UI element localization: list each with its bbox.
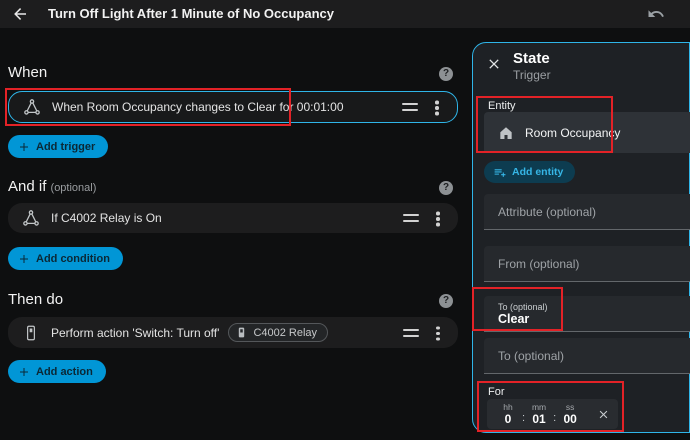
add-condition-label: Add condition xyxy=(36,253,110,265)
home-icon xyxy=(498,125,514,141)
to-field-secondary[interactable]: To (optional) xyxy=(484,338,690,374)
close-button[interactable] xyxy=(485,55,503,73)
attribute-field[interactable]: Attribute (optional) xyxy=(484,194,690,230)
entity-picker[interactable]: Room Occupancy xyxy=(484,112,690,153)
back-button[interactable] xyxy=(11,5,29,23)
action-summary: Perform action 'Switch: Turn off' xyxy=(51,326,219,340)
clear-duration-button[interactable] xyxy=(596,407,611,422)
to-field-label: To (optional) xyxy=(498,302,548,312)
trigger-summary: When Room Occupancy changes to Clear for… xyxy=(52,100,344,114)
overflow-menu-icon[interactable] xyxy=(435,99,439,115)
drag-handle-icon[interactable] xyxy=(402,103,418,111)
entity-chip-label: C4002 Relay xyxy=(253,327,317,339)
then-do-help-icon[interactable] xyxy=(439,294,453,308)
to-field[interactable]: To (optional) Clear xyxy=(484,296,690,332)
time-separator: : xyxy=(522,412,525,424)
entity-field-label: Entity xyxy=(488,100,516,112)
from-field-placeholder: From (optional) xyxy=(498,246,579,282)
add-action-label: Add action xyxy=(36,366,93,378)
then-do-heading: Then do xyxy=(8,291,63,308)
minutes-label: mm xyxy=(532,403,546,412)
add-trigger-label: Add trigger xyxy=(36,141,95,153)
undo-icon xyxy=(647,5,665,23)
hours-label: hh xyxy=(503,403,512,412)
to-field-value: Clear xyxy=(498,312,529,326)
state-trigger-icon xyxy=(23,98,41,116)
and-if-optional-note: (optional) xyxy=(51,182,97,194)
from-field[interactable]: From (optional) xyxy=(484,246,690,282)
page-title: Turn Off Light After 1 Minute of No Occu… xyxy=(48,0,334,28)
add-action-button[interactable]: Add action xyxy=(8,360,106,383)
state-trigger-panel: State Trigger Entity Room Occupancy Add … xyxy=(472,42,690,433)
for-duration-input: hh 0 : mm 01 : ss 00 xyxy=(487,399,618,429)
minutes-input[interactable]: mm 01 xyxy=(528,403,550,426)
state-condition-icon xyxy=(22,209,40,227)
add-condition-button[interactable]: Add condition xyxy=(8,247,123,270)
minutes-value[interactable]: 01 xyxy=(532,412,545,426)
to-field-secondary-placeholder: To (optional) xyxy=(498,338,564,374)
arrow-left-icon xyxy=(11,5,29,23)
for-field-label: For xyxy=(488,386,505,398)
top-bar: Turn Off Light After 1 Minute of No Occu… xyxy=(0,0,690,28)
overflow-menu-icon[interactable] xyxy=(436,325,440,341)
add-trigger-button[interactable]: Add trigger xyxy=(8,135,108,158)
and-if-heading: And if (optional) xyxy=(8,178,96,195)
overflow-menu-icon[interactable] xyxy=(436,210,440,226)
seconds-input[interactable]: ss 00 xyxy=(559,403,581,426)
when-help-icon[interactable] xyxy=(439,67,453,81)
action-row[interactable]: Perform action 'Switch: Turn off' C4002 … xyxy=(8,317,458,348)
when-heading: When xyxy=(8,64,47,81)
drag-handle-icon[interactable] xyxy=(403,329,419,337)
hours-input[interactable]: hh 0 xyxy=(497,403,519,426)
plus-icon xyxy=(18,141,30,153)
plus-icon xyxy=(18,366,30,378)
playlist-plus-icon xyxy=(493,166,506,179)
add-entity-label: Add entity xyxy=(512,166,563,178)
drag-handle-icon[interactable] xyxy=(403,214,419,222)
plus-icon xyxy=(18,253,30,265)
clear-icon xyxy=(597,408,610,421)
attribute-field-placeholder: Attribute (optional) xyxy=(498,194,596,230)
trigger-row[interactable]: When Room Occupancy changes to Clear for… xyxy=(8,91,458,123)
condition-row[interactable]: If C4002 Relay is On xyxy=(8,203,458,233)
time-separator: : xyxy=(553,412,556,424)
seconds-value[interactable]: 00 xyxy=(563,412,576,426)
relay-device-icon xyxy=(235,326,248,339)
and-if-help-icon[interactable] xyxy=(439,181,453,195)
undo-button[interactable] xyxy=(646,4,666,24)
hours-value[interactable]: 0 xyxy=(505,412,512,426)
panel-title: State xyxy=(513,50,550,67)
automation-editor-window: Turn Off Light After 1 Minute of No Occu… xyxy=(0,0,690,440)
entity-picker-value: Room Occupancy xyxy=(525,126,620,140)
condition-summary: If C4002 Relay is On xyxy=(51,211,162,225)
close-icon xyxy=(486,56,502,72)
add-entity-button[interactable]: Add entity xyxy=(484,161,575,183)
seconds-label: ss xyxy=(566,403,575,412)
panel-subtitle: Trigger xyxy=(513,68,551,82)
switch-device-icon xyxy=(22,324,40,342)
entity-chip[interactable]: C4002 Relay xyxy=(228,323,328,342)
and-if-heading-text: And if xyxy=(8,178,46,195)
